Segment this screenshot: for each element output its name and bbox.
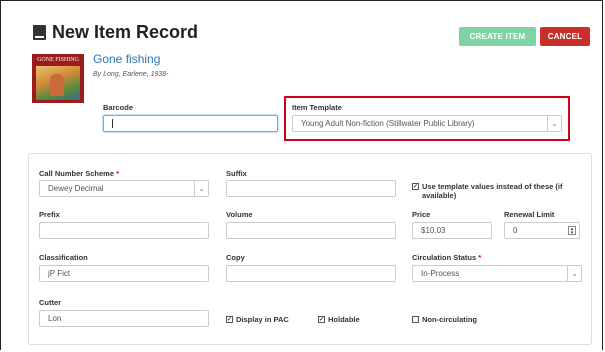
volume-label: Volume [226, 210, 253, 219]
required-mark: * [478, 253, 482, 262]
suffix-input[interactable] [226, 180, 396, 197]
volume-input[interactable] [226, 222, 396, 239]
holdable-label: Holdable [328, 315, 360, 324]
call-number-scheme-select[interactable]: Dewey Decimal ⌄ [39, 180, 209, 197]
chevron-down-icon: ⌄ [567, 266, 581, 281]
call-number-scheme-value: Dewey Decimal [48, 184, 104, 193]
page-header: New Item Record [33, 22, 198, 43]
barcode-label: Barcode [103, 103, 134, 112]
required-mark: * [116, 169, 120, 178]
spinner-icon[interactable]: ▴ ▾ [568, 226, 576, 236]
price-label: Price [412, 210, 431, 219]
display-in-pac-checkbox[interactable]: ✓ Display in PAC [226, 315, 289, 324]
copy-input[interactable] [226, 265, 396, 282]
prefix-label: Prefix [39, 210, 60, 219]
suffix-label: Suffix [226, 169, 247, 178]
classification-input[interactable]: jP Fict [39, 265, 209, 282]
checkbox-checked-icon: ✓ [226, 316, 233, 323]
call-number-scheme-label-text: Call Number Scheme [39, 169, 115, 178]
checkbox-checked-icon: ✓ [412, 183, 419, 190]
page-title: New Item Record [52, 22, 199, 42]
renewal-limit-label: Renewal Limit [504, 210, 555, 219]
checkbox-unchecked-icon [412, 316, 419, 323]
cancel-button[interactable]: CANCEL [540, 27, 590, 46]
use-template-label: Use template values instead of these (if… [422, 182, 563, 200]
renewal-limit-value: 0 [513, 226, 518, 235]
display-in-pac-label: Display in PAC [236, 315, 289, 324]
item-template-label: Item Template [292, 103, 342, 112]
circulation-status-select[interactable]: In-Process ⌄ [412, 265, 582, 282]
item-template-select[interactable]: Young Adult Non-fiction (Stillwater Publ… [292, 115, 562, 132]
circulation-status-label: Circulation Status * [412, 253, 481, 262]
chevron-down-icon: ⌄ [194, 181, 208, 196]
cutter-input[interactable]: Lon [39, 310, 209, 327]
use-template-checkbox[interactable]: ✓ Use template values instead of these (… [412, 182, 582, 200]
copy-label: Copy [226, 253, 245, 262]
cover-figure [50, 74, 64, 96]
cutter-label: Cutter [39, 298, 62, 307]
price-value: $10.03 [421, 226, 446, 235]
classification-label: Classification [39, 253, 88, 262]
circulation-status-value: In-Process [421, 269, 460, 278]
create-item-button[interactable]: CREATE ITEM [459, 27, 536, 46]
prefix-input[interactable] [39, 222, 209, 239]
renewal-limit-input[interactable]: 0 ▴ ▾ [504, 222, 580, 239]
checkbox-checked-icon: ✓ [318, 316, 325, 323]
chevron-down-icon: ⌄ [547, 116, 561, 131]
book-cover-image: GONE FISHING [32, 54, 84, 103]
non-circulating-label: Non-circulating [422, 315, 478, 324]
circulation-status-label-text: Circulation Status [412, 253, 477, 262]
item-template-value: Young Adult Non-fiction (Stillwater Publ… [301, 119, 475, 128]
cutter-value: Lon [48, 314, 62, 323]
holdable-checkbox[interactable]: ✓ Holdable [318, 315, 360, 324]
classification-value: jP Fict [48, 269, 71, 278]
call-number-scheme-label: Call Number Scheme * [39, 169, 119, 178]
text-caret [112, 119, 113, 128]
book-title-link[interactable]: Gone fishing [93, 52, 160, 66]
book-icon [33, 25, 46, 40]
non-circulating-checkbox[interactable]: Non-circulating [412, 315, 477, 324]
barcode-input[interactable] [103, 115, 278, 132]
cover-title: GONE FISHING [37, 57, 79, 63]
book-author: By Long, Earlene, 1938- [93, 71, 169, 78]
price-input[interactable]: $10.03 [412, 222, 492, 239]
